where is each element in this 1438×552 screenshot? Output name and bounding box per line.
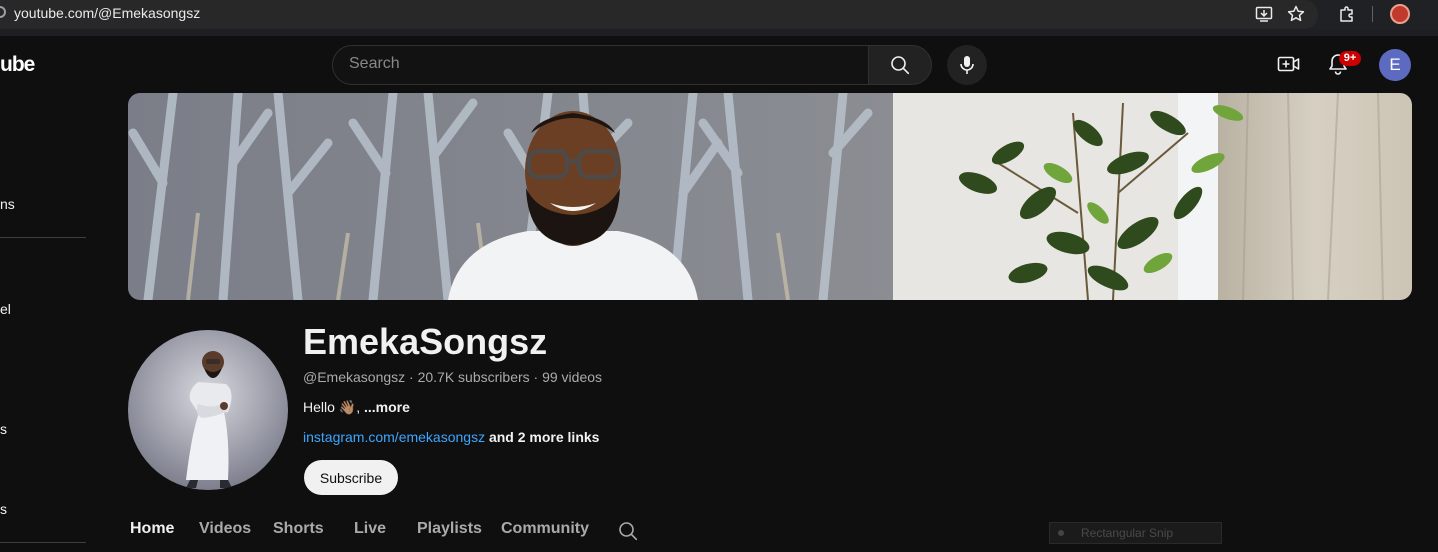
search-input[interactable] [349,55,849,73]
sidebar-item-label[interactable]: ns [0,196,15,212]
account-avatar[interactable]: E [1379,49,1411,81]
more-links[interactable]: and 2 more links [485,429,600,445]
channel-meta: @Emekasongsz · 20.7K subscribers · 99 vi… [303,369,603,385]
channel-search-button[interactable] [618,521,638,541]
toolbar-separator [1372,6,1373,22]
channel-links[interactable]: instagram.com/emekasongsz and 2 more lin… [303,429,599,445]
search-icon [619,522,638,541]
search-box[interactable] [332,45,869,85]
create-button[interactable] [1275,50,1303,78]
snip-label: Rectangular Snip [1081,526,1174,540]
channel-name: EmekaSongsz [303,321,548,362]
description-text: Hello 👋🏽, [303,399,365,415]
channel-banner [128,93,1412,300]
subscribe-button[interactable]: Subscribe [304,460,398,495]
bookmark-star-icon[interactable] [1286,4,1306,24]
sidebar-item-label[interactable]: s [0,421,7,437]
youtube-logo[interactable]: ube [0,53,35,77]
sidebar-divider [0,542,86,543]
tab-playlists[interactable]: Playlists [417,520,482,538]
microphone-icon [960,56,974,74]
voice-search-button[interactable] [947,45,987,85]
extensions-icon[interactable] [1337,4,1357,24]
tab-shorts[interactable]: Shorts [273,520,324,538]
address-bar[interactable]: youtube.com/@Emekasongsz [0,0,1318,29]
tab-home[interactable]: Home [130,520,174,538]
sidebar-item-label[interactable]: s [0,501,7,517]
sidebar-item-label[interactable]: el [0,301,11,317]
tab-videos[interactable]: Videos [199,520,251,538]
instagram-link[interactable]: instagram.com/emekasongsz [303,429,485,445]
rectangular-snip-tooltip: Rectangular Snip [1049,522,1222,544]
sidebar-divider [0,237,86,238]
site-info-icon[interactable] [0,6,6,18]
browser-strip [0,29,1438,36]
url-text[interactable]: youtube.com/@Emekasongsz [14,5,200,21]
browser-profile-icon[interactable] [1390,4,1410,24]
tab-community[interactable]: Community [501,520,589,538]
channel-avatar[interactable] [128,330,288,490]
more-description-link[interactable]: ...more [364,399,410,415]
snip-icon [1058,530,1064,536]
channel-description[interactable]: Hello 👋🏽, ...more [303,399,410,416]
tab-live[interactable]: Live [354,520,386,538]
search-button[interactable] [868,45,932,85]
sidebar: ube ns el s s [0,36,88,552]
install-app-icon[interactable] [1254,4,1274,24]
search-icon [891,56,910,75]
notification-count-badge: 9+ [1339,51,1361,66]
video-camera-plus-icon [1277,56,1300,72]
